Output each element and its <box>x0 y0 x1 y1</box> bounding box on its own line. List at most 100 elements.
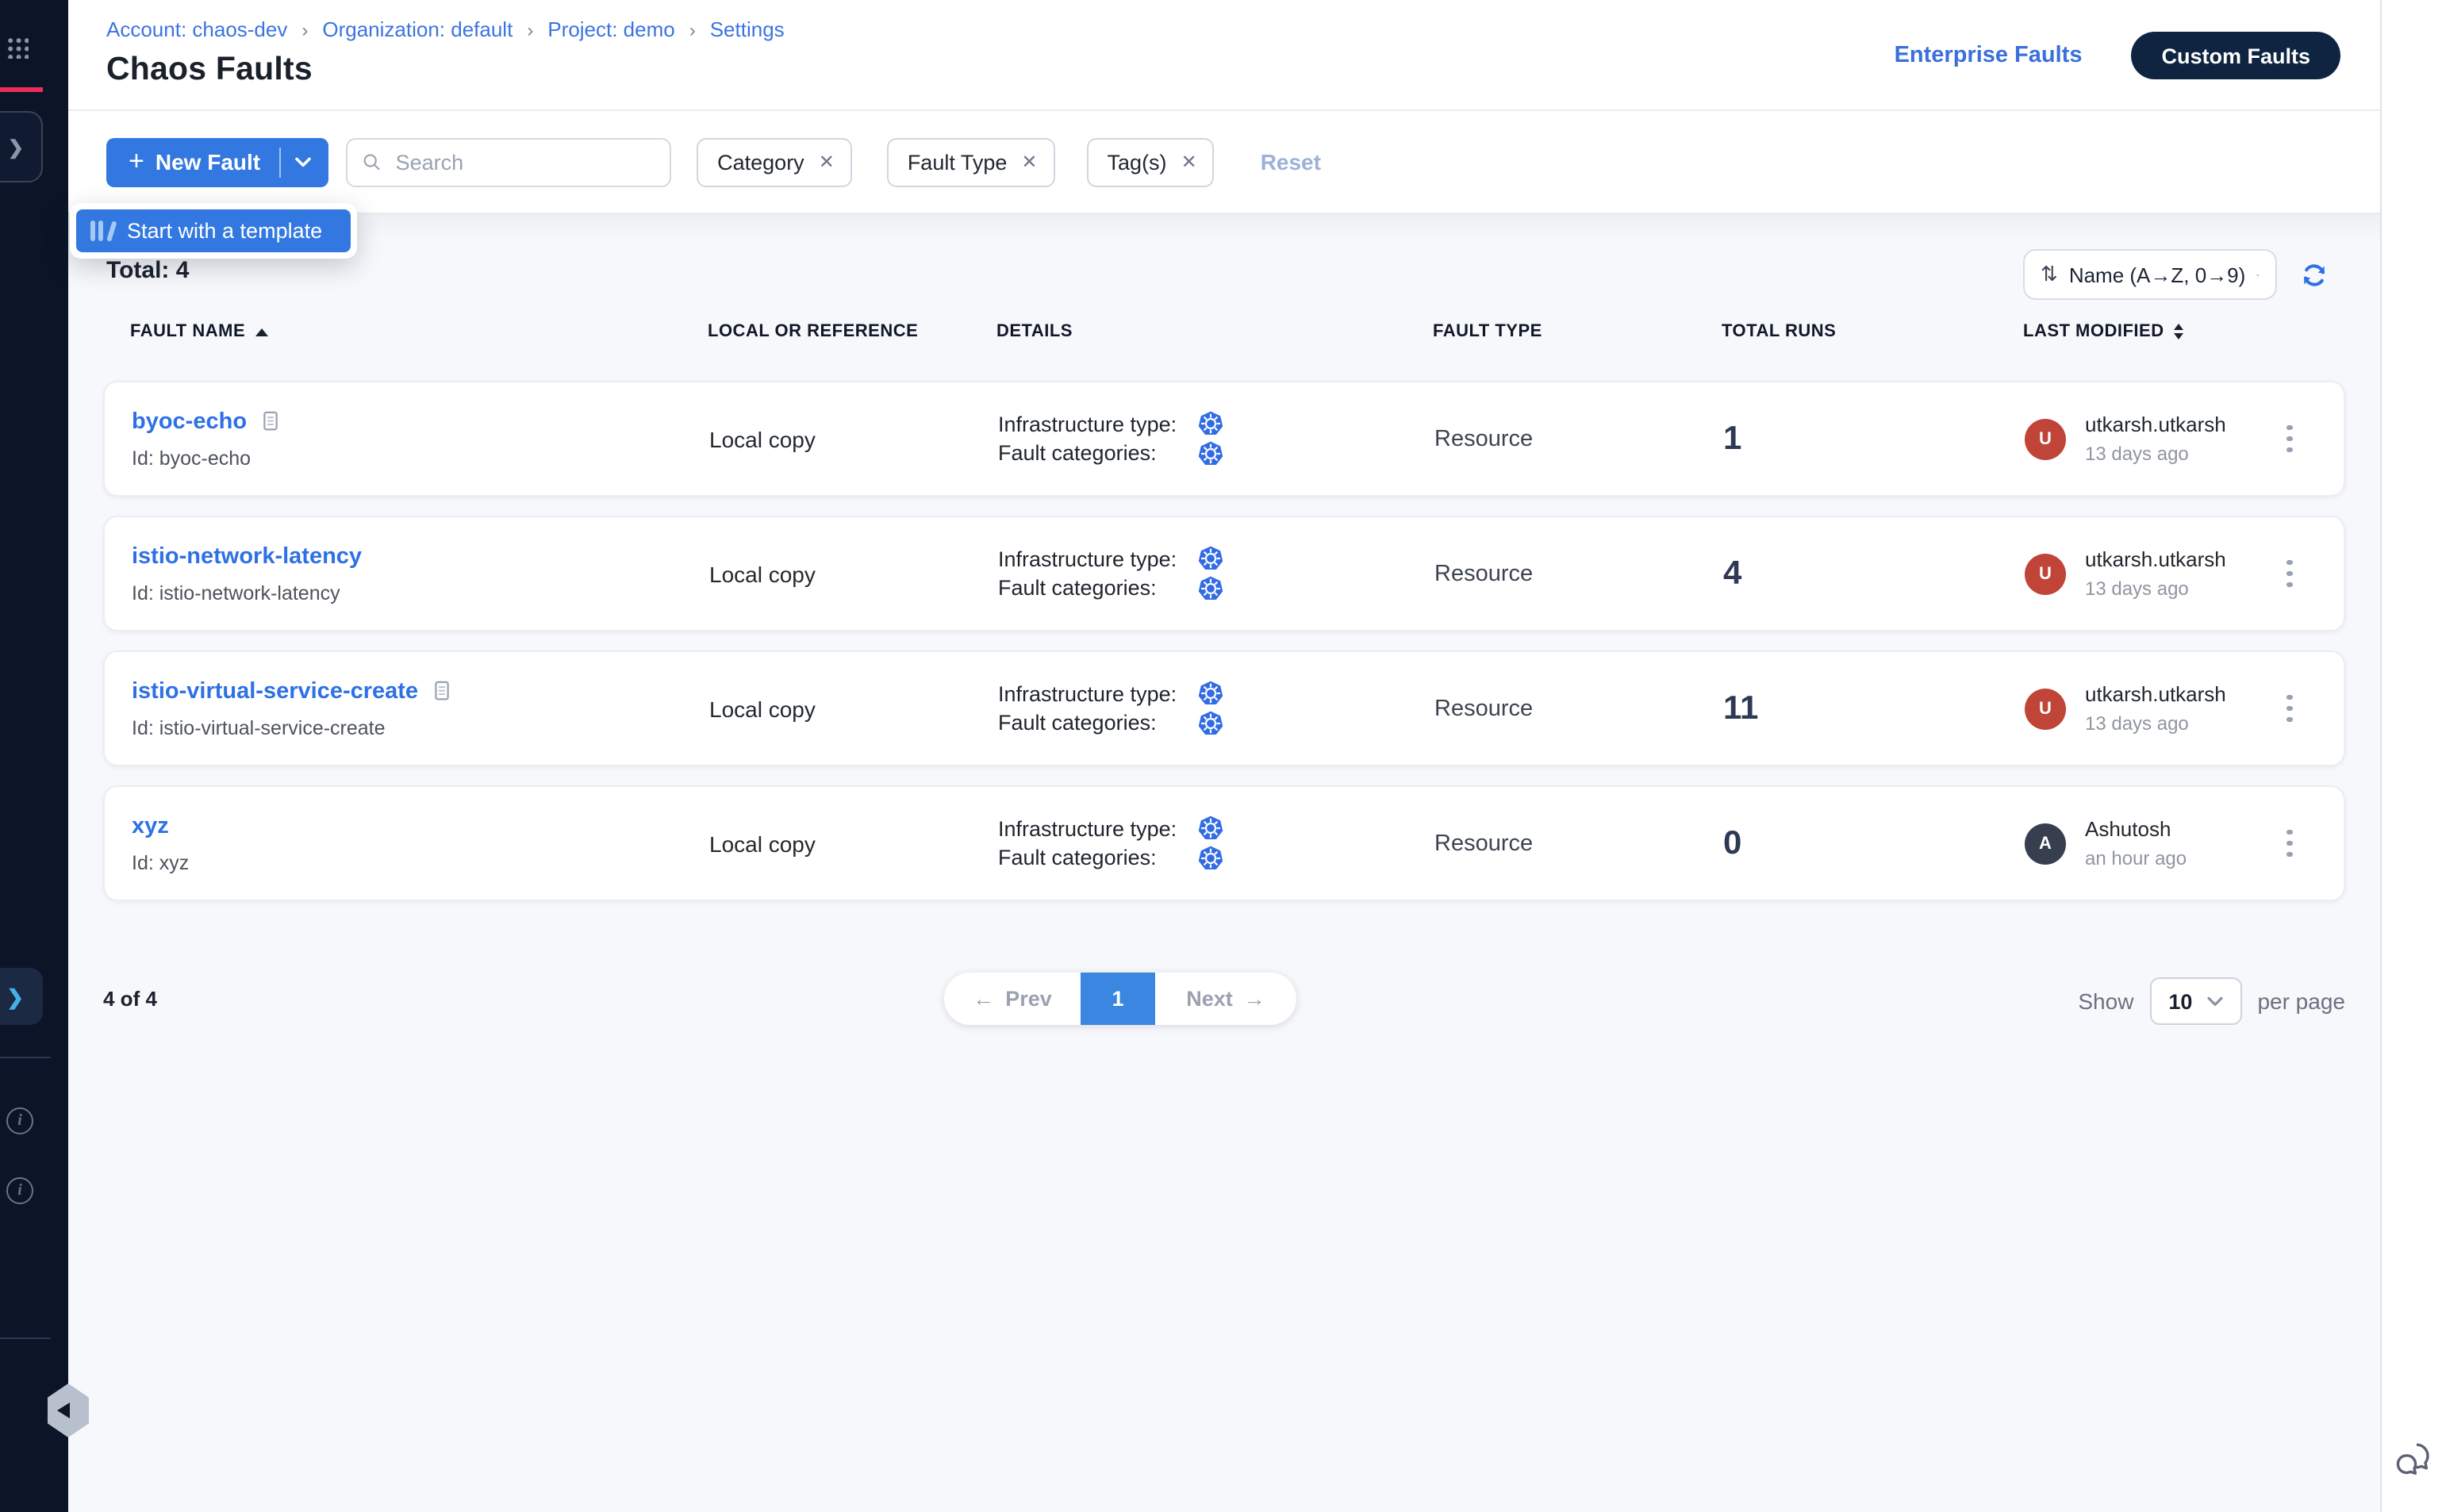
chevron-down-icon <box>295 156 311 167</box>
support-chat-button[interactable] <box>2393 1439 2434 1480</box>
fault-name-link[interactable]: byoc-echo <box>132 409 247 434</box>
filter-chip-tags[interactable]: Tag(s) ✕ <box>1087 137 1215 186</box>
breadcrumb-separator: › <box>527 18 533 40</box>
column-header-last-modified[interactable]: LAST MODIFIED <box>2023 322 2282 341</box>
page-title: Chaos Faults <box>106 51 313 89</box>
menu-item-start-with-template[interactable]: Start with a template <box>76 209 351 252</box>
refresh-button[interactable] <box>2299 260 2328 289</box>
row-menu-button[interactable] <box>2271 542 2309 605</box>
breadcrumb-separator: › <box>689 18 696 40</box>
column-header-fault-name[interactable]: FAULT NAME <box>130 322 708 341</box>
sort-both-icon <box>2174 324 2183 340</box>
reset-filters-link[interactable]: Reset <box>1261 149 1321 175</box>
close-icon[interactable]: ✕ <box>1181 152 1197 171</box>
modified-by-user: utkarsh.utkarsh <box>2085 413 2226 436</box>
prev-page-button[interactable]: ← Prev <box>944 973 1081 1025</box>
filter-chip-label: Category <box>717 150 804 174</box>
sort-value: Name (A→Z, 0→9) <box>2069 263 2246 286</box>
local-or-reference-value: Local copy <box>709 831 998 856</box>
sidebar-divider <box>0 1337 51 1339</box>
show-label: Show <box>2078 988 2133 1014</box>
fault-id: Id: istio-virtual-service-create <box>132 716 709 739</box>
main-content: Account: chaos-dev › Organization: defau… <box>68 0 2380 1512</box>
fault-categories-label: Fault categories: <box>998 442 1198 466</box>
breadcrumb-settings[interactable]: Settings <box>710 17 785 41</box>
copy-id-icon[interactable] <box>261 411 278 432</box>
new-fault-label: New Fault <box>156 149 260 175</box>
kubernetes-icon <box>1198 816 1223 842</box>
breadcrumb-account[interactable]: Account: chaos-dev <box>106 17 287 41</box>
left-sidebar: ❯ ❯ i i <box>0 0 68 1512</box>
kubernetes-icon <box>1198 576 1223 601</box>
total-runs-value: 1 <box>1723 420 2025 458</box>
table-row: xyz Id: xyz Local copy Infrastructure ty… <box>103 785 2345 901</box>
close-icon[interactable]: ✕ <box>819 152 835 171</box>
current-page-button[interactable]: 1 <box>1081 973 1155 1025</box>
sidebar-divider <box>0 1057 51 1058</box>
infrastructure-type-label: Infrastructure type: <box>998 413 1198 436</box>
breadcrumb-organization[interactable]: Organization: default <box>322 17 513 41</box>
filter-chip-label: Tag(s) <box>1108 150 1167 174</box>
page-header: Account: chaos-dev › Organization: defau… <box>68 0 2380 111</box>
modified-time: 13 days ago <box>2085 578 2226 600</box>
column-header-details: DETAILS <box>996 322 1433 341</box>
modified-time: an hour ago <box>2085 847 2187 869</box>
fault-id: Id: istio-network-latency <box>132 581 709 604</box>
row-menu-button[interactable] <box>2271 812 2309 875</box>
fault-id: Id: xyz <box>132 851 709 873</box>
next-page-button[interactable]: Next → <box>1155 973 1296 1025</box>
triangle-left-icon <box>57 1403 70 1418</box>
table-row: byoc-echo Id: byoc-echo Local copy <box>103 381 2345 497</box>
fault-categories-label: Fault categories: <box>998 577 1198 601</box>
breadcrumb: Account: chaos-dev › Organization: defau… <box>106 17 785 41</box>
custom-faults-button[interactable]: Custom Faults <box>2131 32 2340 79</box>
fault-categories-label: Fault categories: <box>998 846 1198 870</box>
fault-type-value: Resource <box>1434 561 1723 586</box>
infrastructure-type-label: Infrastructure type: <box>998 682 1198 706</box>
filter-chip-label: Fault Type <box>908 150 1008 174</box>
modified-time: 13 days ago <box>2085 443 2226 465</box>
total-runs-value: 11 <box>1723 689 2025 727</box>
info-icon[interactable]: i <box>6 1177 33 1204</box>
faults-list-panel: Total: 4 ⇅ Name (A→Z, 0→9) <box>68 214 2380 1512</box>
new-fault-button[interactable]: + New Fault <box>106 137 328 186</box>
close-icon[interactable]: ✕ <box>1021 152 1037 171</box>
search-input[interactable] <box>393 148 656 175</box>
app-window: ❯ ❯ i i Account: chaos-dev › Organizatio… <box>0 0 2442 1512</box>
table-row: istio-network-latency Id: istio-network-… <box>103 516 2345 631</box>
enterprise-faults-link[interactable]: Enterprise Faults <box>1895 43 2083 68</box>
sort-arrows-icon: ⇅ <box>2041 262 2058 287</box>
new-fault-dropdown-toggle[interactable] <box>281 137 328 186</box>
modified-by-user: utkarsh.utkarsh <box>2085 547 2226 571</box>
copy-id-icon[interactable] <box>432 681 450 701</box>
filter-chip-fault-type[interactable]: Fault Type ✕ <box>887 137 1055 186</box>
fault-name-link[interactable]: istio-network-latency <box>132 543 362 569</box>
filter-chip-category[interactable]: Category ✕ <box>697 137 852 186</box>
right-rail <box>2380 0 2442 1512</box>
templates-icon <box>89 220 114 242</box>
chevron-right-icon: ❯ <box>8 137 24 156</box>
infrastructure-type-label: Infrastructure type: <box>998 547 1198 571</box>
kubernetes-icon <box>1198 441 1223 466</box>
kubernetes-icon <box>1198 547 1223 572</box>
toolbar: + New Fault Category ✕ <box>68 111 2380 214</box>
breadcrumb-project[interactable]: Project: demo <box>547 17 674 41</box>
table-header-row: FAULT NAME LOCAL OR REFERENCE DETAILS FA… <box>103 322 2345 341</box>
local-or-reference-value: Local copy <box>709 561 998 586</box>
info-icon[interactable]: i <box>6 1107 33 1134</box>
app-launcher-icon[interactable] <box>6 36 29 59</box>
local-or-reference-value: Local copy <box>709 426 998 451</box>
arrow-left-icon: ← <box>973 987 994 1011</box>
fault-name-link[interactable]: istio-virtual-service-create <box>132 678 418 704</box>
sidebar-collapsed-nav-item[interactable]: ❯ <box>0 111 43 182</box>
avatar: U <box>2025 553 2066 594</box>
new-fault-dropdown-menu: Start with a template <box>70 203 357 259</box>
sidebar-expand-button[interactable]: ❯ <box>0 968 43 1025</box>
sort-select[interactable]: ⇅ Name (A→Z, 0→9) <box>2023 249 2277 300</box>
kubernetes-icon <box>1198 711 1223 736</box>
infrastructure-type-label: Infrastructure type: <box>998 817 1198 841</box>
fault-name-link[interactable]: xyz <box>132 813 169 839</box>
page-size-select[interactable]: 10 <box>2149 977 2241 1025</box>
row-menu-button[interactable] <box>2271 677 2309 740</box>
row-menu-button[interactable] <box>2271 407 2309 470</box>
